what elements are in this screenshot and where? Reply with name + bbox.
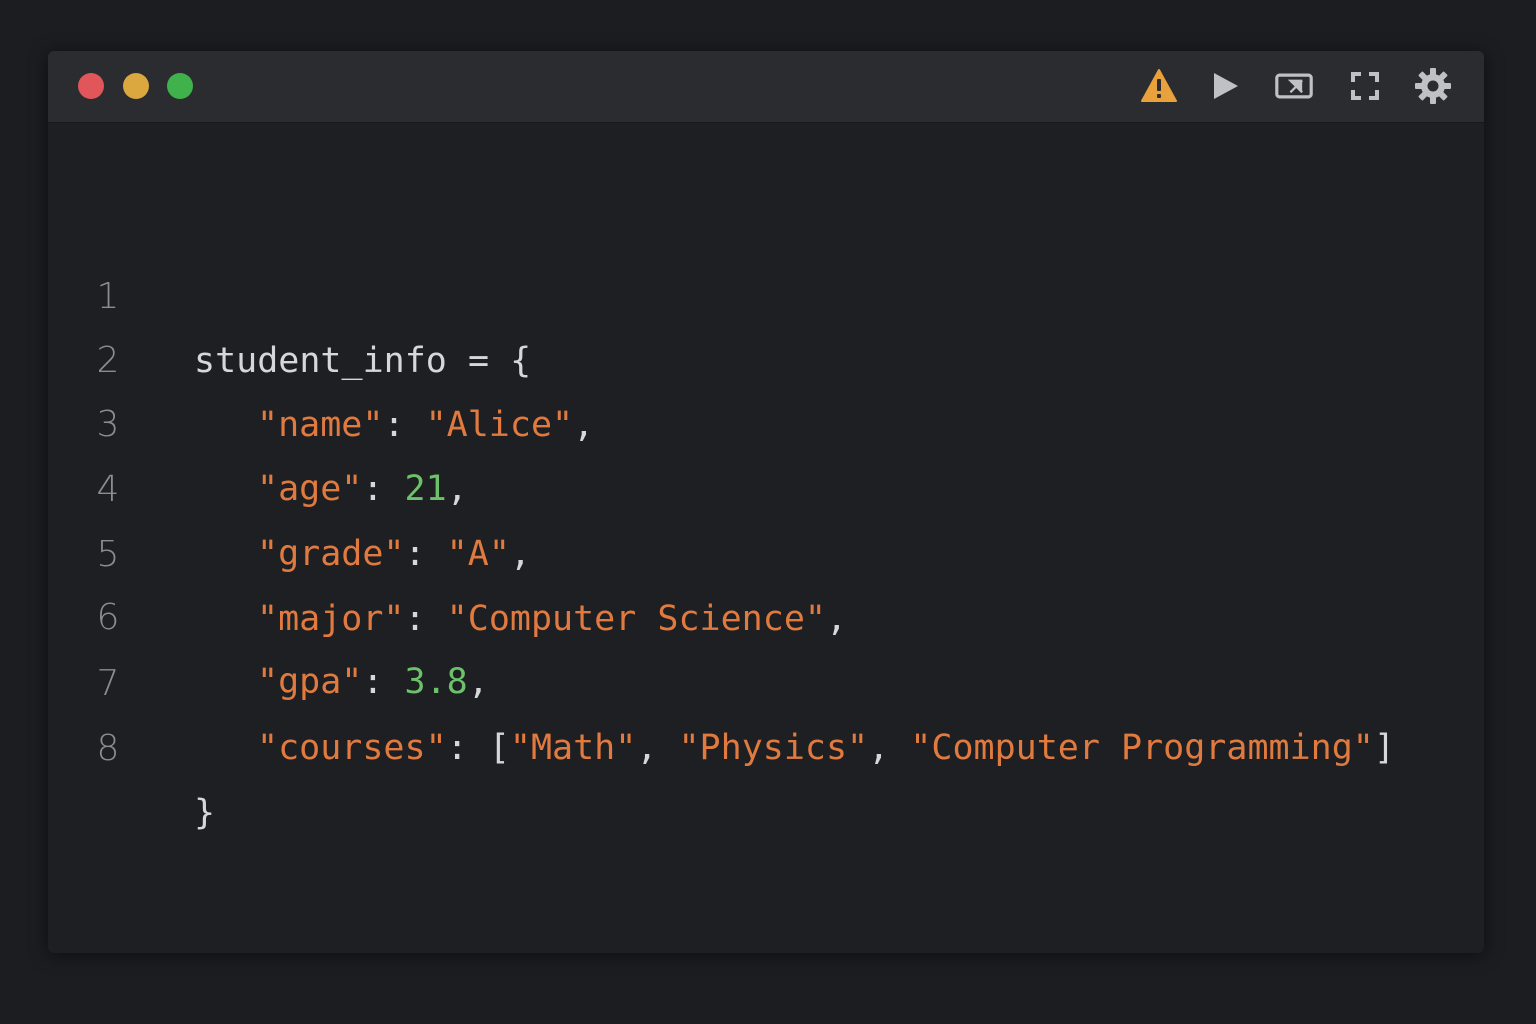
cast-icon[interactable] [1275,67,1313,105]
list-item: "Physics" [678,728,869,768]
list-item: "Computer Programming" [910,728,1374,768]
dict-key: "courses" [257,728,447,768]
gear-icon[interactable] [1414,67,1452,105]
code-line: 6 "gpa": 3.8, [48,522,1484,702]
code-line: 3 "age": 21, [48,329,1484,509]
code-line: 2 "name": "Alice", [48,265,1484,445]
code-area[interactable]: 1 student_info = { 2 "name": "Alice", 3 … [48,123,1484,953]
close-button[interactable] [78,73,104,99]
minimize-button[interactable] [123,73,149,99]
code-line: 1 student_info = { [48,201,1484,381]
list-item: "Math" [509,728,637,768]
closing-brace: } [194,793,216,833]
line-number: 8 [96,728,120,769]
maximize-button[interactable] [167,73,193,99]
code-line: 8 } [48,653,1484,833]
title-bar [48,51,1484,123]
fullscreen-icon[interactable] [1346,67,1384,105]
code-editor-window: 1 student_info = { 2 "name": "Alice", 3 … [48,51,1484,953]
warning-icon[interactable] [1140,67,1178,105]
code-line: 7 "courses": ["Math", "Physics", "Comput… [48,588,1484,768]
play-icon[interactable] [1206,67,1244,105]
code-line: 5 "major": "Computer Science", [48,459,1484,639]
code-line: 4 "grade": "A", [48,394,1484,574]
